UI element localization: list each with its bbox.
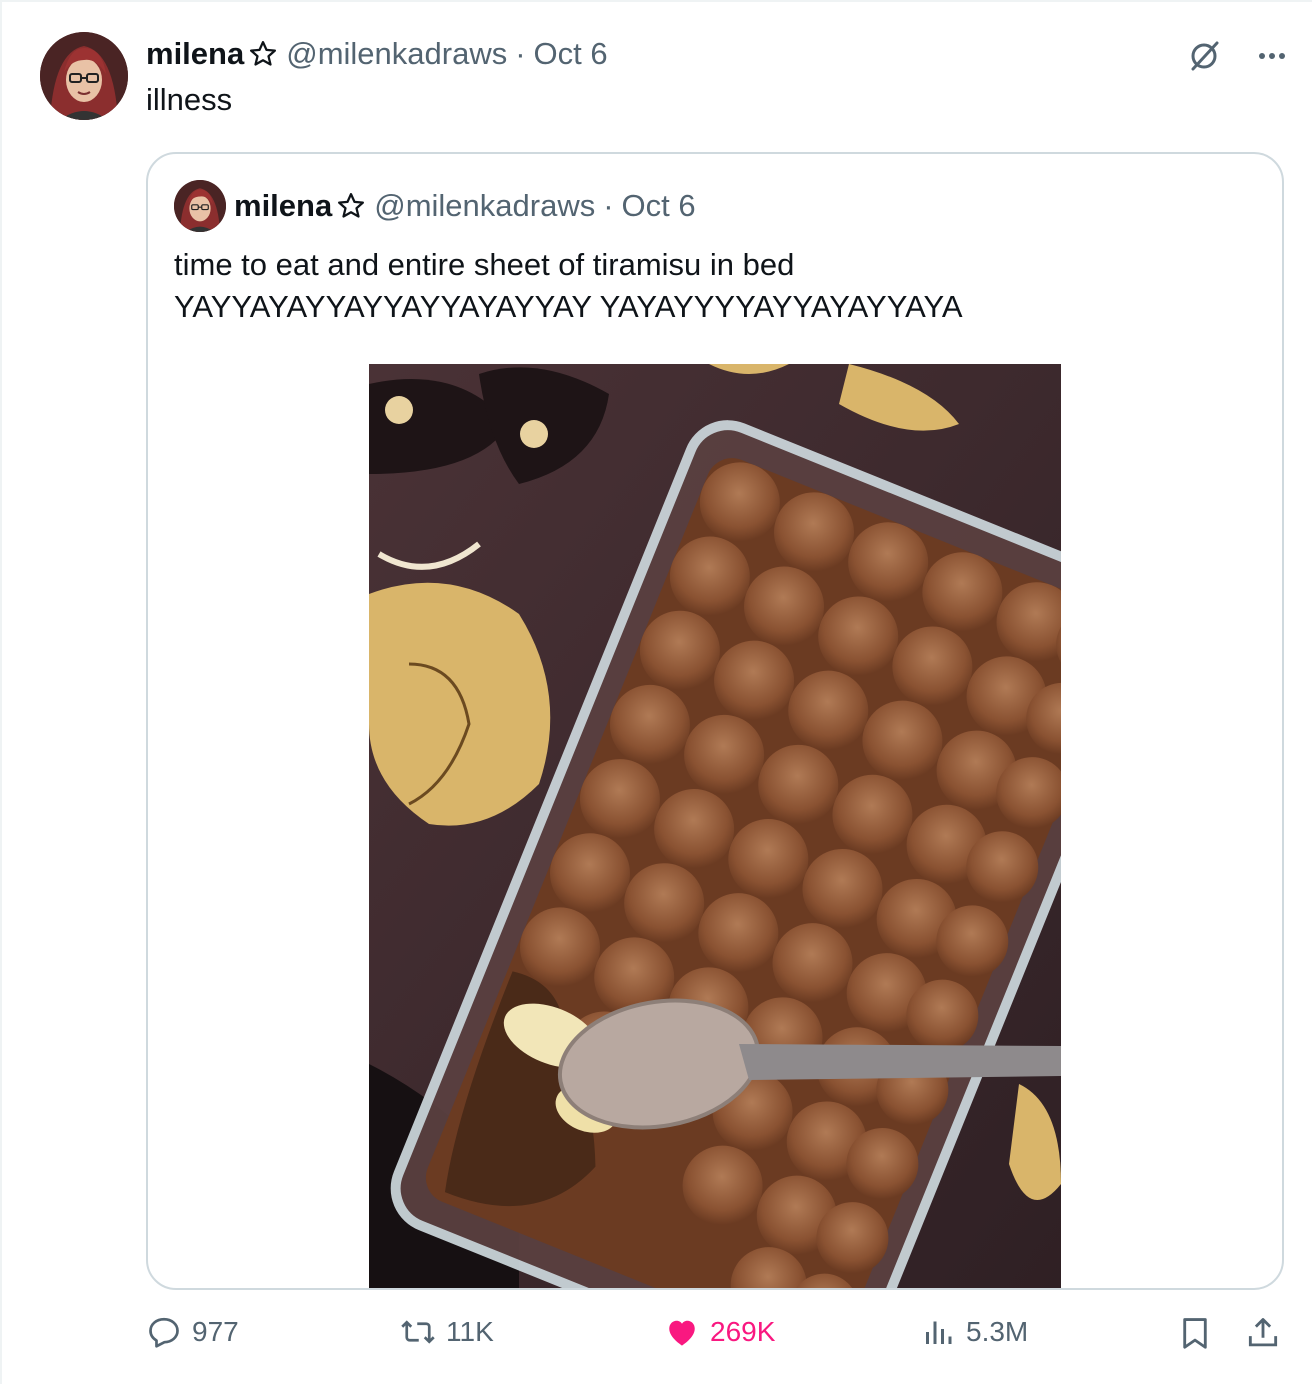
like-button[interactable]: 269K xyxy=(664,1310,775,1354)
repost-button[interactable]: 11K xyxy=(400,1310,494,1354)
tiramisu-photo[interactable] xyxy=(369,364,1061,1288)
author-handle[interactable]: @milenkadraws xyxy=(286,36,507,72)
views-icon xyxy=(926,1321,952,1344)
heart-icon xyxy=(669,1320,695,1346)
quoted-text-line: YAYYAYAYYAYYAYYAYAYYAY YAYAYYYYAYYAYAYYA… xyxy=(174,289,963,324)
reply-button[interactable]: 977 xyxy=(146,1310,239,1354)
top-actions xyxy=(1184,36,1292,76)
author-name[interactable]: milena xyxy=(146,36,244,72)
quoted-author-avatar[interactable] xyxy=(174,180,226,232)
quoted-header: milena @milenkadraws · Oct 6 xyxy=(234,186,696,226)
grok-icon[interactable] xyxy=(1184,36,1224,76)
action-bar: 977 11K 269K 5.3M xyxy=(0,1310,1312,1360)
share-icon[interactable] xyxy=(1244,1314,1282,1352)
reply-icon xyxy=(149,1317,179,1348)
view-count: 5.3M xyxy=(966,1316,1029,1347)
tweet-date[interactable]: Oct 6 xyxy=(534,36,608,72)
quoted-date[interactable]: Oct 6 xyxy=(622,188,696,224)
reply-count: 977 xyxy=(192,1316,239,1347)
tweet-header: milena @milenkadraws · Oct 6 xyxy=(146,34,608,74)
quoted-text-line: time to eat and entire sheet of tiramisu… xyxy=(174,247,795,282)
tweet-text: illness xyxy=(146,82,233,117)
star-icon xyxy=(338,193,365,218)
star-icon xyxy=(250,41,277,66)
separator-dot: · xyxy=(515,36,526,71)
like-count: 269K xyxy=(710,1316,776,1347)
quoted-author-name[interactable]: milena xyxy=(234,188,332,224)
repost-icon xyxy=(401,1320,435,1344)
author-avatar[interactable] xyxy=(40,32,128,120)
more-icon[interactable] xyxy=(1252,36,1292,76)
quoted-text: time to eat and entire sheet of tiramisu… xyxy=(174,244,963,328)
repost-count: 11K xyxy=(446,1316,494,1347)
views-button[interactable]: 5.3M xyxy=(920,1310,1028,1354)
separator-dot: · xyxy=(603,188,614,223)
bookmark-icon[interactable] xyxy=(1176,1314,1214,1352)
quoted-author-handle[interactable]: @milenkadraws xyxy=(374,188,595,224)
